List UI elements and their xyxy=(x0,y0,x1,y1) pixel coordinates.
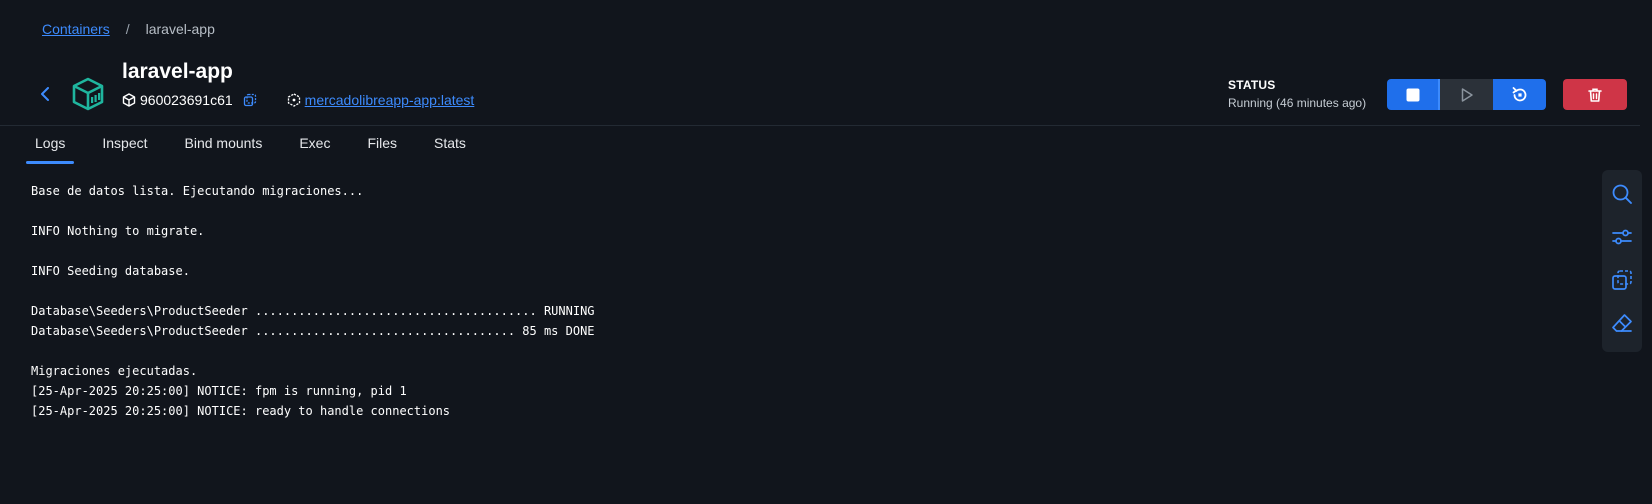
log-line: [25-Apr-2025 20:25:00] NOTICE: ready to … xyxy=(31,404,451,418)
container-name-title: laravel-app xyxy=(122,60,233,83)
tab-bind-mounts[interactable]: Bind mounts xyxy=(176,126,272,162)
log-line: INFO Seeding database. xyxy=(31,264,190,278)
tab-stats[interactable]: Stats xyxy=(425,126,475,162)
breadcrumb-current: laravel-app xyxy=(145,21,215,37)
status-value: Running (46 minutes ago) xyxy=(1228,96,1367,110)
stop-button[interactable] xyxy=(1387,79,1440,110)
chevron-left-icon xyxy=(41,87,49,101)
status-block: STATUS Running (46 minutes ago) xyxy=(1228,78,1366,110)
log-line: Base de datos lista. Ejecutando migracio… xyxy=(31,184,364,198)
trash-icon xyxy=(1588,87,1602,102)
search-logs-button[interactable] xyxy=(1608,180,1636,207)
delete-button[interactable] xyxy=(1563,79,1627,110)
log-output[interactable]: Base de datos lista. Ejecutando migracio… xyxy=(31,181,595,421)
back-button[interactable] xyxy=(36,84,54,104)
status-label: STATUS xyxy=(1228,78,1276,92)
image-layers-icon xyxy=(287,93,300,107)
tab-exec[interactable]: Exec xyxy=(290,126,339,162)
log-toolbar xyxy=(1602,170,1642,352)
stop-icon xyxy=(1406,88,1419,101)
play-icon xyxy=(1461,87,1473,102)
clear-logs-button[interactable] xyxy=(1608,309,1636,336)
restart-button[interactable] xyxy=(1493,79,1546,110)
container-id: 960023691c61 xyxy=(140,92,233,108)
container-box-icon xyxy=(72,77,104,111)
copy-icon[interactable] xyxy=(243,93,257,107)
search-icon xyxy=(1612,184,1632,204)
log-line: Database\Seeders\ProductSeeder .........… xyxy=(31,304,595,318)
log-line: Database\Seeders\ProductSeeder .........… xyxy=(31,324,595,338)
filter-logs-button[interactable] xyxy=(1608,223,1636,250)
container-detail-page: Containers / laravel-app laravel-app 960… xyxy=(0,0,1652,504)
container-meta-row: 960023691c61 mercadolibreapp-app:latest xyxy=(122,92,474,108)
copy-logs-button[interactable] xyxy=(1608,266,1636,293)
start-button[interactable] xyxy=(1440,79,1493,110)
breadcrumb-separator: / xyxy=(125,21,130,37)
tab-bar: Logs Inspect Bind mounts Exec Files Stat… xyxy=(26,126,494,164)
breadcrumb: Containers / laravel-app xyxy=(42,21,215,37)
cube-icon xyxy=(122,93,136,107)
tab-logs[interactable]: Logs xyxy=(26,126,75,164)
image-link[interactable]: mercadolibreapp-app:latest xyxy=(305,92,475,108)
tab-files[interactable]: Files xyxy=(358,126,406,162)
log-line: INFO Nothing to migrate. xyxy=(31,224,205,238)
log-line: Migraciones ejecutadas. xyxy=(31,364,198,378)
tab-inspect[interactable]: Inspect xyxy=(93,126,156,162)
restart-icon xyxy=(1512,86,1526,101)
select-copy-icon xyxy=(1612,269,1632,290)
breadcrumb-containers-link[interactable]: Containers xyxy=(42,21,110,37)
container-controls xyxy=(1387,79,1546,110)
log-line: [25-Apr-2025 20:25:00] NOTICE: fpm is ru… xyxy=(31,384,407,398)
eraser-icon xyxy=(1612,313,1632,332)
filter-icon xyxy=(1612,229,1632,244)
